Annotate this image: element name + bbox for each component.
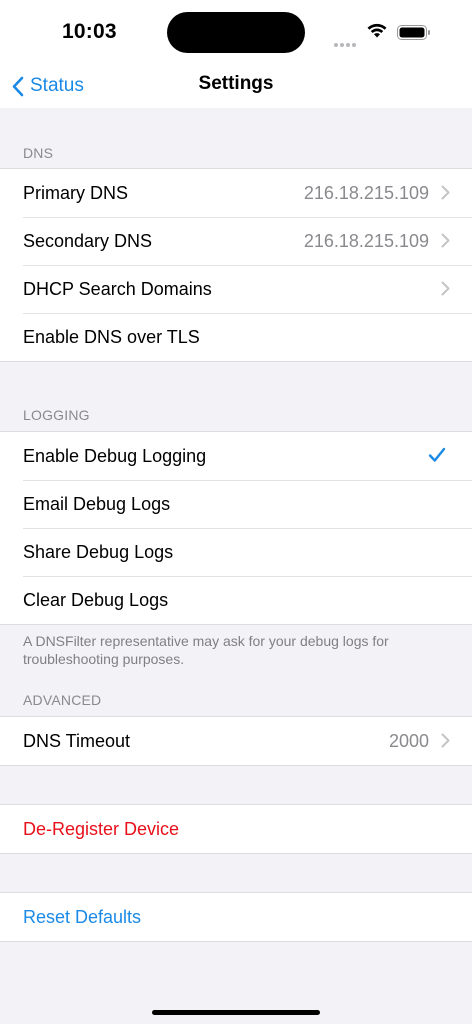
enable-dns-over-tls-row[interactable]: Enable DNS over TLS [0, 313, 472, 361]
secondary-dns-row[interactable]: Secondary DNS 216.18.215.109 [0, 217, 472, 265]
logging-footer-note: A DNSFilter representative may ask for y… [23, 633, 389, 667]
advanced-group: DNS Timeout 2000 [0, 716, 472, 766]
primary-dns-row[interactable]: Primary DNS 216.18.215.109 [0, 169, 472, 217]
navigation-bar: Status Settings [0, 64, 472, 108]
enable-debug-logging-label: Enable Debug Logging [23, 445, 207, 466]
dns-timeout-value: 2000 [388, 730, 429, 751]
secondary-dns-label: Secondary DNS [23, 230, 153, 251]
reset-defaults-button[interactable]: Reset Defaults [0, 893, 472, 941]
clear-debug-logs-label: Clear Debug Logs [23, 589, 169, 610]
secondary-dns-value: 216.18.215.109 [303, 230, 429, 251]
share-debug-logs-label: Share Debug Logs [23, 541, 174, 562]
section-header-logging: LOGGING [23, 407, 90, 423]
dns-group: Primary DNS 216.18.215.109 Secondary DNS… [0, 168, 472, 362]
battery-icon [397, 25, 430, 40]
chevron-right-icon [441, 233, 450, 248]
dns-timeout-row[interactable]: DNS Timeout 2000 [0, 717, 472, 765]
deregister-group: De-Register Device [0, 804, 472, 854]
dhcp-search-domains-label: DHCP Search Domains [23, 278, 212, 299]
status-bar: 10:03 [0, 0, 472, 64]
dhcp-search-domains-row[interactable]: DHCP Search Domains [0, 265, 472, 313]
primary-dns-label: Primary DNS [23, 182, 129, 203]
clear-debug-logs-row[interactable]: Clear Debug Logs [0, 576, 472, 624]
home-indicator[interactable] [152, 1010, 320, 1015]
enable-dns-over-tls-label: Enable DNS over TLS [23, 326, 200, 347]
cellular-signal-icon [334, 34, 358, 52]
enable-debug-logging-row[interactable]: Enable Debug Logging [0, 432, 472, 480]
deregister-device-button[interactable]: De-Register Device [0, 805, 472, 853]
chevron-right-icon [441, 185, 450, 200]
checkmark-icon [428, 447, 446, 462]
reset-group: Reset Defaults [0, 892, 472, 942]
share-debug-logs-row[interactable]: Share Debug Logs [0, 528, 472, 576]
status-time: 10:03 [62, 20, 117, 43]
dns-timeout-label: DNS Timeout [23, 730, 131, 751]
email-debug-logs-row[interactable]: Email Debug Logs [0, 480, 472, 528]
page-title: Settings [198, 73, 274, 94]
section-header-advanced: ADVANCED [23, 692, 102, 708]
section-header-dns: DNS [23, 145, 54, 161]
email-debug-logs-label: Email Debug Logs [23, 493, 171, 514]
dynamic-island [167, 12, 305, 53]
primary-dns-value: 216.18.215.109 [303, 182, 429, 203]
wifi-icon [367, 23, 387, 38]
logging-group: Enable Debug Logging Email Debug Logs Sh… [0, 431, 472, 625]
chevron-right-icon [441, 733, 450, 748]
chevron-right-icon [441, 281, 450, 296]
